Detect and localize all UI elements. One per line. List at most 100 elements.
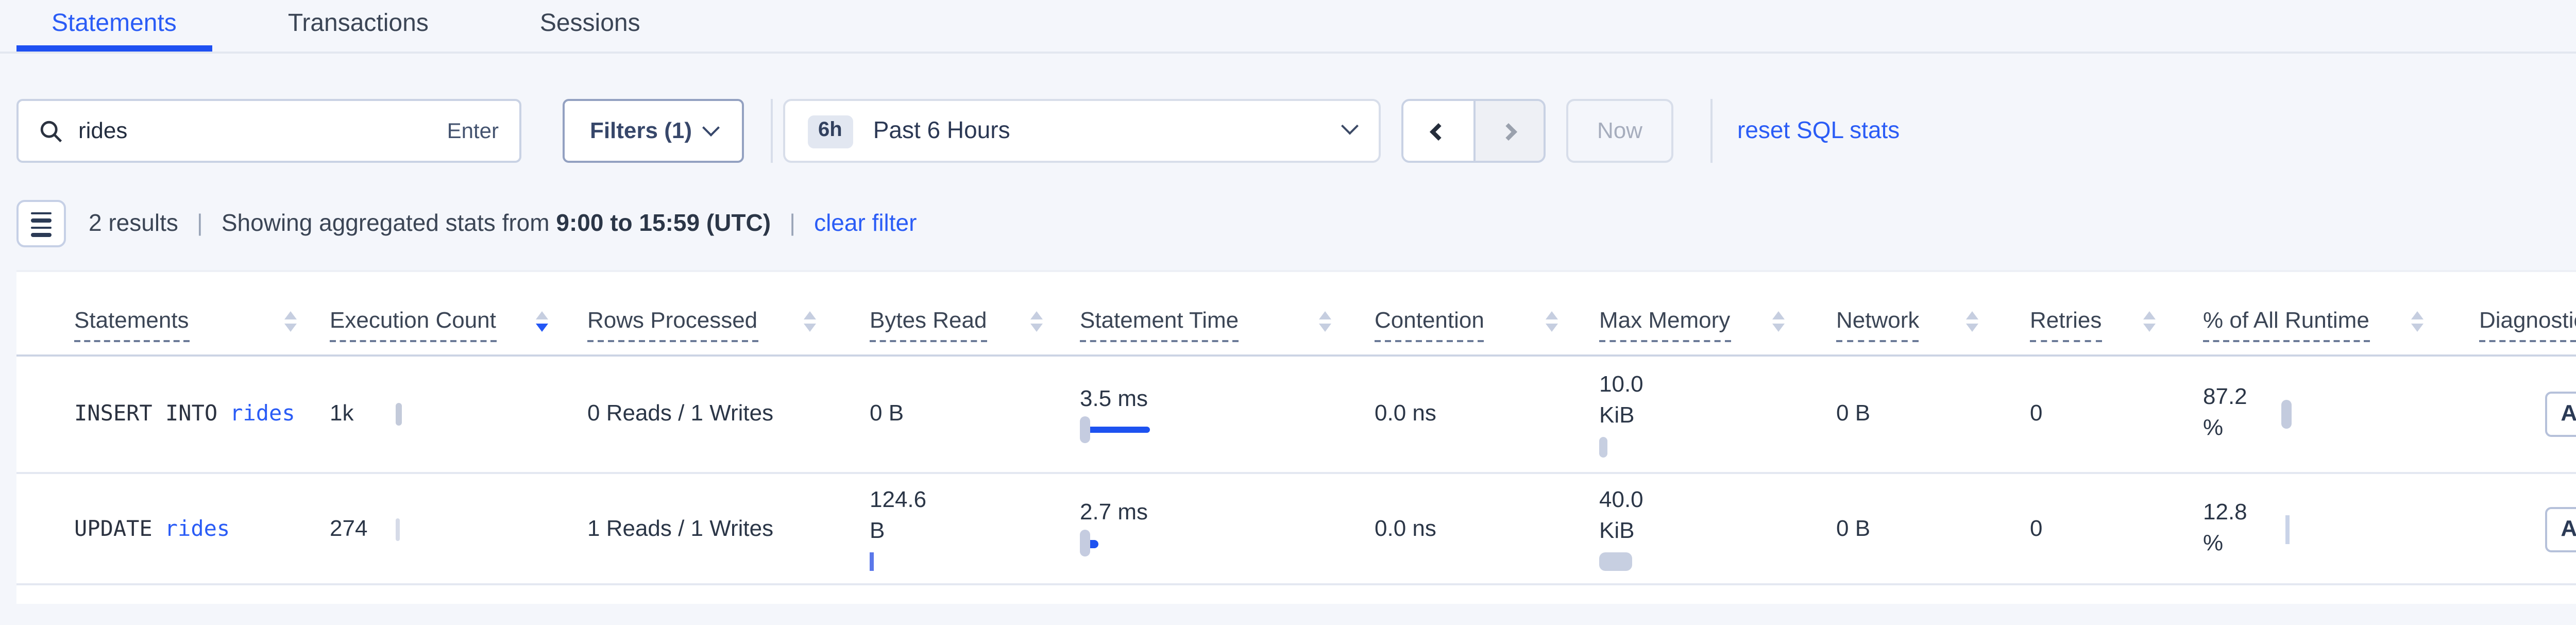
chevron-down-icon — [1341, 116, 1359, 134]
retries-value: 0 — [2030, 516, 2043, 541]
network-cell: 0 B — [1814, 402, 2007, 427]
sort-icon-active-desc[interactable] — [536, 311, 548, 332]
tab-statements-label: Statements — [52, 8, 177, 37]
sort-icon[interactable] — [1966, 311, 1978, 332]
sort-icon[interactable] — [2143, 311, 2156, 332]
filters-button[interactable]: Filters (1) — [563, 99, 744, 163]
execution-count-value: 274 — [330, 516, 367, 541]
retries-cell: 0 — [2007, 402, 2184, 427]
column-header-contention[interactable]: Contention — [1360, 301, 1587, 354]
toolbar-divider — [1710, 99, 1713, 163]
contention-cell: 0.0 ns — [1360, 402, 1587, 427]
column-header-rows-processed[interactable]: Rows Processed — [577, 301, 845, 354]
sort-icon[interactable] — [1319, 311, 1331, 332]
aggregation-summary: Showing aggregated stats from 9:00 to 15… — [222, 211, 771, 236]
retries-value: 0 — [2030, 402, 2043, 427]
max-memory-cell: 40.0 KiB — [1587, 486, 1814, 571]
activate-diagnostics-button[interactable]: Activate — [2545, 506, 2576, 551]
reset-sql-stats-link[interactable]: reset SQL stats — [1737, 119, 1900, 143]
statement-fingerprint-link[interactable]: UPDATE rides — [74, 516, 230, 541]
sort-icon[interactable] — [284, 311, 297, 332]
column-header-label[interactable]: % of All Runtime — [2203, 309, 2369, 342]
max-memory-value: 10.0 KiB — [1599, 371, 1673, 433]
statement-time-cell: 2.7 ms — [1072, 501, 1360, 556]
network-cell: 0 B — [1814, 516, 2007, 541]
sql-table-name: rides — [165, 516, 230, 541]
bytes-read-value: 124.6 B — [870, 486, 940, 548]
max-memory-bar — [1599, 552, 1632, 571]
max-memory-bar — [1599, 437, 1607, 458]
pct-of-all-runtime-cell: 87.2 % — [2184, 383, 2452, 445]
sort-icon[interactable] — [1546, 311, 1558, 332]
column-header-label[interactable]: Max Memory — [1599, 309, 1730, 342]
activate-diagnostics-button[interactable]: Activate — [2545, 392, 2576, 437]
max-memory-value: 40.0 KiB — [1599, 486, 1673, 548]
sort-icon[interactable] — [1030, 311, 1043, 332]
column-header-label[interactable]: Statements — [74, 309, 189, 342]
pct-of-all-runtime-bar — [2285, 514, 2289, 543]
time-range-dropdown[interactable]: 6h Past 6 Hours — [783, 99, 1381, 163]
chevron-right-icon — [1501, 122, 1518, 140]
retries-cell: 0 — [2007, 516, 2184, 541]
now-button[interactable]: Now — [1566, 99, 1673, 163]
execution-count-bar — [396, 517, 400, 540]
column-header-pct-of-all-runtime[interactable]: % of All Runtime — [2184, 301, 2452, 354]
sort-icon[interactable] — [804, 311, 816, 332]
bytes-read-cell: 124.6 B — [845, 486, 1072, 571]
pct-of-all-runtime-cell: 12.8 % — [2184, 498, 2452, 560]
results-count: 2 results — [89, 211, 178, 236]
rows-processed-value: 1 Reads / 1 Writes — [587, 516, 773, 541]
column-header-label[interactable]: Contention — [1375, 309, 1484, 342]
clear-filter-link[interactable]: clear filter — [814, 211, 917, 236]
prev-time-button[interactable] — [1403, 101, 1473, 161]
tab-sessions[interactable]: Sessions — [505, 0, 675, 52]
tab-bar: Statements Transactions Sessions — [0, 0, 2576, 54]
toolbar: Enter Filters (1) 6h Past 6 Hours Now re… — [16, 99, 2576, 163]
column-header-label[interactable]: Retries — [2030, 309, 2102, 342]
aggregation-summary-prefix: Showing aggregated stats from — [222, 211, 556, 236]
divider: | — [197, 211, 203, 236]
column-header-network[interactable]: Network — [1814, 301, 2007, 354]
tab-statements[interactable]: Statements — [16, 0, 212, 52]
pct-of-all-runtime-value: 87.2 % — [2203, 383, 2267, 445]
column-header-execution-count[interactable]: Execution Count — [326, 301, 577, 354]
sort-icon[interactable] — [2411, 311, 2424, 332]
column-header-label[interactable]: Network — [1836, 309, 1919, 342]
statement-cell: INSERT INTOrides — [16, 402, 326, 427]
execution-count-value: 1k — [330, 402, 354, 427]
sql-table-name: rides — [230, 402, 295, 427]
execution-count-bar — [396, 403, 402, 426]
sort-icon[interactable] — [1772, 311, 1785, 332]
column-header-statements[interactable]: Statements — [16, 301, 326, 354]
column-header-bytes-read[interactable]: Bytes Read — [845, 301, 1072, 354]
statement-fingerprint-link[interactable]: INSERT INTOrides — [74, 402, 295, 427]
column-header-label[interactable]: Bytes Read — [870, 309, 987, 342]
column-header-label[interactable]: Diagnostics — [2479, 309, 2576, 342]
statement-time-value: 2.7 ms — [1080, 501, 1360, 526]
time-range-badge: 6h — [808, 114, 853, 147]
statement-time-cell: 3.5 ms — [1072, 386, 1360, 442]
column-header-statement-time[interactable]: Statement Time — [1072, 301, 1360, 354]
column-header-label[interactable]: Execution Count — [330, 309, 496, 342]
tab-transactions[interactable]: Transactions — [253, 0, 464, 52]
statement-time-bar — [1080, 415, 1360, 442]
column-header-diagnostics[interactable]: Diagnostics — [2452, 301, 2576, 354]
search-input[interactable] — [78, 119, 447, 143]
sql-command: UPDATE — [74, 516, 152, 541]
column-header-label[interactable]: Rows Processed — [587, 309, 757, 342]
statements-table: Statements Execution Count Rows Processe… — [16, 270, 2576, 604]
column-header-retries[interactable]: Retries — [2007, 301, 2184, 354]
statement-cell: UPDATE rides — [16, 516, 326, 541]
contention-value: 0.0 ns — [1375, 402, 1436, 427]
search-box[interactable]: Enter — [16, 99, 521, 163]
rows-processed-cell: 1 Reads / 1 Writes — [577, 516, 845, 541]
column-selector-button[interactable] — [16, 200, 66, 247]
rows-processed-cell: 0 Reads / 1 Writes — [577, 402, 845, 427]
search-icon — [39, 119, 64, 143]
statement-time-value: 3.5 ms — [1080, 386, 1360, 411]
column-header-label[interactable]: Statement Time — [1080, 309, 1239, 342]
pct-of-all-runtime-value: 12.8 % — [2203, 498, 2267, 560]
next-time-button[interactable] — [1473, 101, 1544, 161]
column-header-max-memory[interactable]: Max Memory — [1587, 301, 1814, 354]
filters-label: Filters (1) — [590, 119, 692, 143]
